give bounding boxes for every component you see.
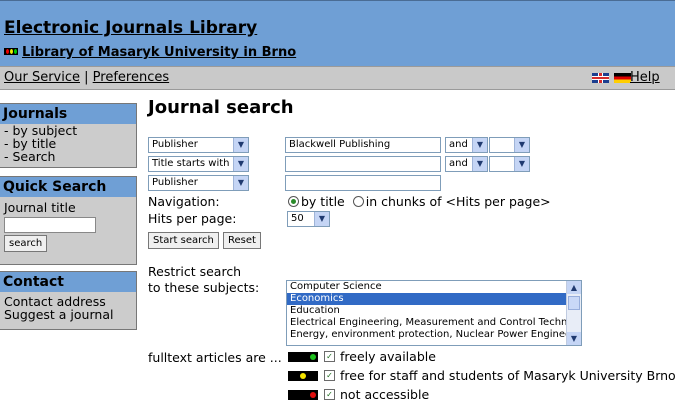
scroll-up-icon[interactable]: ▲ [567, 281, 581, 294]
service-bar: Our Service | Preferences Help [0, 66, 675, 90]
green-light-icon [288, 352, 318, 362]
operator-select-2[interactable]: and ▼ [445, 156, 488, 172]
subject-option[interactable]: Energy, environment protection, Nuclear … [287, 329, 581, 341]
field-select-1-value: Publisher [152, 139, 198, 150]
suggest-journal-link[interactable]: Suggest a journal [0, 308, 136, 321]
search-term-input-2[interactable] [285, 156, 441, 172]
help-link[interactable]: Help [630, 70, 660, 85]
service-links: Our Service | Preferences [4, 70, 169, 85]
hits-per-page-value: 50 [291, 213, 304, 224]
freely-available-label: freely available [340, 349, 436, 364]
page-title: Journal search [148, 97, 294, 118]
field-select-3[interactable]: Publisher ▼ [148, 175, 249, 191]
field-select-3-value: Publisher [152, 177, 198, 188]
free-for-staff-label: free for staff and students of Masaryk U… [340, 368, 675, 383]
sidebar-item-search[interactable]: - Search [0, 150, 136, 163]
our-service-link[interactable]: Our Service [4, 70, 80, 85]
operator-select-2-value: and [449, 158, 468, 169]
hits-per-page-label: Hits per page: [148, 211, 237, 226]
scroll-thumb[interactable] [568, 296, 580, 310]
uk-flag-icon[interactable] [592, 73, 609, 83]
quick-search-button[interactable]: search [4, 235, 48, 252]
traffic-light-icon [4, 48, 18, 55]
journals-heading: Journals [0, 104, 136, 124]
chevron-down-icon: ▼ [472, 157, 487, 171]
journals-box: Journals - by subject - by title - Searc… [0, 103, 137, 168]
navigation-option-by-title-label: by title [301, 194, 345, 209]
navigation-options: by title in chunks of <Hits per page> [288, 194, 551, 209]
chevron-down-icon: ▼ [233, 176, 248, 190]
free-for-staff-checkbox[interactable]: ✓ [324, 370, 335, 381]
chevron-down-icon: ▼ [514, 157, 529, 171]
chevron-down-icon: ▼ [514, 138, 529, 152]
extra-select-2[interactable]: ▼ [489, 156, 530, 172]
contact-box: Contact Contact address Suggest a journa… [0, 271, 137, 330]
navigation-option-chunks[interactable]: in chunks of <Hits per page> [352, 194, 551, 209]
subject-option[interactable]: Education [287, 305, 581, 317]
subject-option[interactable]: Electrical Engineering, Measurement and … [287, 317, 581, 329]
not-accessible-label: not accessible [340, 387, 430, 402]
yellow-light-icon [288, 371, 318, 381]
language-flags [592, 73, 632, 87]
field-select-1[interactable]: Publisher ▼ [148, 137, 249, 153]
listbox-scrollbar[interactable]: ▲ ▼ [566, 281, 581, 345]
radio-selected-icon [288, 196, 299, 207]
site-header: Electronic Journals Library Library of M… [0, 0, 675, 67]
field-select-2-value: Title starts with ... [152, 158, 243, 169]
journal-title-input[interactable] [4, 217, 96, 233]
fulltext-label: fulltext articles are ... [148, 350, 282, 365]
subjects-label: to these subjects: [148, 280, 260, 295]
navigation-option-by-title[interactable]: by title [288, 194, 345, 209]
reset-button[interactable]: Reset [223, 232, 261, 249]
scroll-down-icon[interactable]: ▼ [567, 332, 581, 345]
library-row: Library of Masaryk University in Brno [4, 45, 296, 60]
field-select-2[interactable]: Title starts with ... ▼ [148, 156, 249, 172]
library-link[interactable]: Library of Masaryk University in Brno [22, 45, 296, 60]
chevron-down-icon: ▼ [233, 138, 248, 152]
search-term-input-3[interactable] [285, 175, 441, 191]
navigation-label: Navigation: [148, 194, 220, 209]
operator-select-1-value: and [449, 139, 468, 150]
journal-title-label: Journal title [4, 200, 76, 215]
quick-search-box: Quick Search Journal title search [0, 176, 137, 265]
de-flag-icon[interactable] [613, 73, 631, 83]
chevron-down-icon: ▼ [233, 157, 248, 171]
subject-option[interactable]: Computer Science [287, 281, 581, 293]
quick-search-heading: Quick Search [0, 177, 136, 197]
site-title-link[interactable]: Electronic Journals Library [4, 18, 257, 38]
contact-heading: Contact [0, 272, 136, 292]
chevron-down-icon: ▼ [472, 138, 487, 152]
start-search-button[interactable]: Start search [148, 232, 219, 249]
separator: | [84, 70, 89, 85]
radio-empty-icon [352, 196, 364, 207]
chevron-down-icon: ▼ [314, 212, 329, 226]
restrict-label: Restrict search [148, 264, 242, 279]
subjects-listbox[interactable]: Computer Science Economics Education Ele… [286, 280, 582, 346]
preferences-link[interactable]: Preferences [93, 70, 169, 85]
freely-available-checkbox[interactable]: ✓ [324, 351, 335, 362]
navigation-option-chunks-label: in chunks of <Hits per page> [365, 194, 551, 209]
subject-option-selected[interactable]: Economics [287, 293, 581, 305]
extra-select-1[interactable]: ▼ [489, 137, 530, 153]
search-term-input-1[interactable]: Blackwell Publishing [285, 137, 441, 153]
operator-select-1[interactable]: and ▼ [445, 137, 488, 153]
red-light-icon [288, 390, 318, 400]
not-accessible-checkbox[interactable]: ✓ [324, 389, 335, 400]
hits-per-page-select[interactable]: 50 ▼ [287, 211, 330, 227]
